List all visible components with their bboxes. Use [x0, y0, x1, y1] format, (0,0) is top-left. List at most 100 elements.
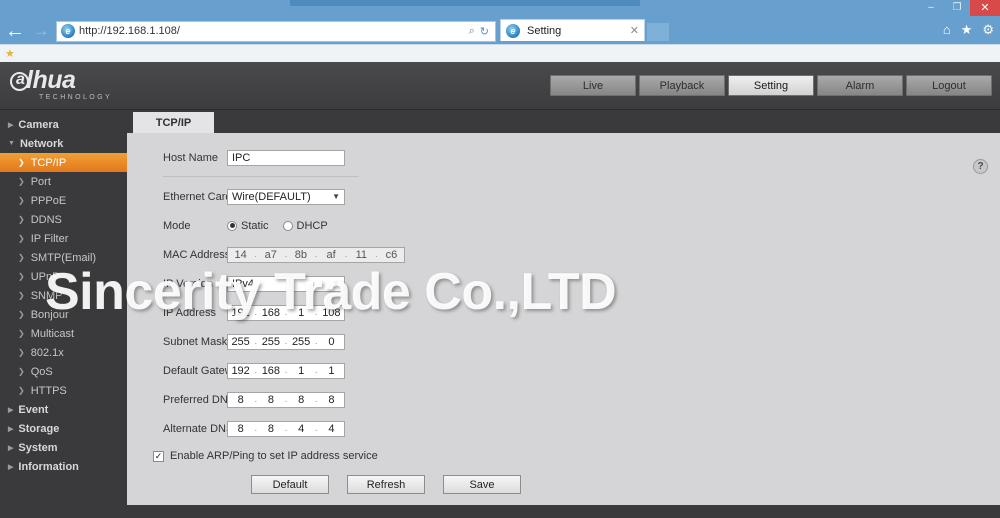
tcpip-form: Host Name IPC Ethernet Card Wire(DEFAULT… — [127, 133, 1000, 494]
octet-value[interactable]: 4 — [319, 423, 344, 435]
chevron-right-icon: ❯ — [18, 253, 25, 262]
ethernet-card-select[interactable]: Wire(DEFAULT) ▼ — [227, 188, 345, 205]
sidebar-item-upnp[interactable]: ❯ UPnP — [0, 267, 127, 286]
octet-value[interactable]: 255 — [289, 336, 314, 348]
sidebar-group-label: Network — [19, 137, 64, 150]
back-arrow-icon[interactable]: ← — [2, 19, 28, 43]
topnav-logout-button[interactable]: Logout — [906, 75, 992, 96]
octet-value[interactable]: 8 — [319, 394, 344, 406]
octet-value[interactable]: 8 — [289, 394, 314, 406]
octet-value[interactable]: 255 — [258, 336, 283, 348]
default-button[interactable]: Default — [251, 475, 329, 494]
octet-value[interactable]: 8 — [228, 423, 253, 435]
home-icon[interactable]: ⌂ — [943, 22, 951, 38]
search-icon[interactable]: ⌕ — [469, 25, 475, 38]
sidebar-item-tcp-ip[interactable]: ❯ TCP/IP — [0, 153, 127, 172]
chevron-right-icon: ❯ — [18, 329, 25, 338]
octet-value[interactable]: af — [319, 249, 344, 261]
octet-value[interactable]: 192 — [228, 307, 253, 319]
octet-value[interactable]: 192 — [228, 365, 253, 377]
sidebar-item-pppoe[interactable]: ❯ PPPoE — [0, 191, 127, 210]
sidebar-item-https[interactable]: ❯ HTTPS — [0, 381, 127, 400]
sidebar-item-smtp-email[interactable]: ❯ SMTP(Email) — [0, 248, 127, 267]
octet-value[interactable]: 8b — [288, 249, 313, 261]
preferred-dns-field[interactable]: 8.8.8.8 — [227, 391, 345, 408]
refresh-button[interactable]: Refresh — [347, 475, 425, 494]
octet-value[interactable]: c6 — [379, 249, 404, 261]
topnav-setting-button[interactable]: Setting — [728, 75, 814, 96]
sidebar-group-information[interactable]: ▶ Information — [0, 457, 127, 476]
arp-ping-checkbox[interactable]: ✓ — [153, 450, 164, 462]
octet-value[interactable]: 4 — [289, 423, 314, 435]
sidebar-item-snmp[interactable]: ❯ SNMP — [0, 286, 127, 305]
sidebar-group-network[interactable]: ▼ Network — [0, 134, 127, 153]
window-controls: – ❐ ✕ — [918, 0, 1000, 16]
forward-arrow-icon[interactable]: → — [28, 19, 54, 43]
octet-value[interactable]: 8 — [258, 423, 283, 435]
topnav-playback-button[interactable]: Playback — [639, 75, 725, 96]
octet-value[interactable]: 168 — [258, 365, 283, 377]
octet-value[interactable]: 108 — [319, 307, 344, 319]
browser-tabstrip: e Setting ✕ — [500, 19, 669, 41]
favorites-icon[interactable]: ★ — [961, 22, 973, 38]
octet-value[interactable]: 168 — [258, 307, 283, 319]
ip-address-field[interactable]: 192. 168. 1. 108 — [227, 304, 345, 321]
save-button[interactable]: Save — [443, 475, 521, 494]
default-gateway-field[interactable]: 192. 168. 1. 1 — [227, 362, 345, 379]
new-tab-button[interactable] — [647, 23, 669, 41]
sidebar-item-multicast[interactable]: ❯ Multicast — [0, 324, 127, 343]
favorites-bar-star-icon[interactable]: ★ — [5, 47, 15, 60]
sidebar-group-system[interactable]: ▶ System — [0, 438, 127, 457]
sidebar-item-ip-filter[interactable]: ❯ IP Filter — [0, 229, 127, 248]
restore-button[interactable]: ❐ — [944, 0, 970, 16]
sidebar-item-802-1x[interactable]: ❯ 802.1x — [0, 343, 127, 362]
minimize-button[interactable]: – — [918, 0, 944, 16]
help-icon[interactable]: ? — [973, 159, 988, 174]
octet-value[interactable]: 8 — [228, 394, 253, 406]
tab-tcpip[interactable]: TCP/IP — [133, 112, 214, 133]
radio-dhcp[interactable] — [282, 220, 293, 231]
radio-static[interactable] — [227, 220, 237, 231]
host-name-input[interactable]: IPC — [227, 149, 345, 166]
browser-tab-setting[interactable]: e Setting ✕ — [500, 19, 645, 41]
ip-version-select[interactable]: IPv4 ▼ — [227, 275, 345, 292]
sidebar-item-bonjour[interactable]: ❯ Bonjour — [0, 305, 127, 324]
address-bar[interactable]: e http://192.168.1.108/ ⌕ ↻ — [56, 20, 496, 42]
sidebar-item-label: DDNS — [30, 213, 62, 226]
sidebar-item-label: PPPoE — [30, 194, 67, 207]
sidebar-group-event[interactable]: ▶ Event — [0, 400, 127, 419]
favorites-bar: ★ — [0, 44, 1000, 62]
sidebar-item-label: HTTPS — [30, 384, 67, 397]
top-navigation: Live Playback Setting Alarm Logout — [550, 75, 992, 96]
octet-value[interactable]: 8 — [258, 394, 283, 406]
triangle-right-icon: ▶ — [8, 406, 14, 414]
tab-close-icon[interactable]: ✕ — [630, 24, 639, 37]
octet-value[interactable]: 14 — [228, 249, 253, 261]
octet-value[interactable]: 1 — [319, 365, 344, 377]
label-default-gateway: Default Gateway — [163, 364, 245, 377]
octet-value[interactable]: 0 — [319, 336, 344, 348]
octet-value[interactable]: 11 — [349, 249, 374, 261]
sidebar-group-camera[interactable]: ▶ Camera — [0, 115, 127, 134]
topnav-alarm-button[interactable]: Alarm — [817, 75, 903, 96]
sidebar-item-qos[interactable]: ❯ QoS — [0, 362, 127, 381]
tab-favicon-icon: e — [506, 23, 520, 38]
content-panel: TCP/IP Host Name IPC Ethernet Card Wire(… — [127, 110, 1000, 505]
sidebar-item-port[interactable]: ❯ Port — [0, 172, 127, 191]
sidebar-item-label: QoS — [30, 365, 53, 378]
close-window-button[interactable]: ✕ — [970, 0, 1000, 16]
octet-value[interactable]: 1 — [289, 365, 314, 377]
tools-gear-icon[interactable]: ⚙ — [982, 22, 994, 38]
sidebar-group-label: System — [18, 441, 58, 454]
topnav-live-button[interactable]: Live — [550, 75, 636, 96]
sidebar-group-label: Event — [18, 403, 49, 416]
octet-value[interactable]: a7 — [258, 249, 283, 261]
octet-value[interactable]: 1 — [289, 307, 314, 319]
refresh-icon[interactable]: ↻ — [480, 25, 489, 38]
alternate-dns-field[interactable]: 8.8.4.4 — [227, 420, 345, 437]
sidebar-item-ddns[interactable]: ❯ DDNS — [0, 210, 127, 229]
octet-value[interactable]: 255 — [228, 336, 253, 348]
label-static: Static — [241, 219, 269, 232]
sidebar-group-storage[interactable]: ▶ Storage — [0, 419, 127, 438]
subnet-mask-field[interactable]: 255. 255. 255. 0 — [227, 333, 345, 350]
